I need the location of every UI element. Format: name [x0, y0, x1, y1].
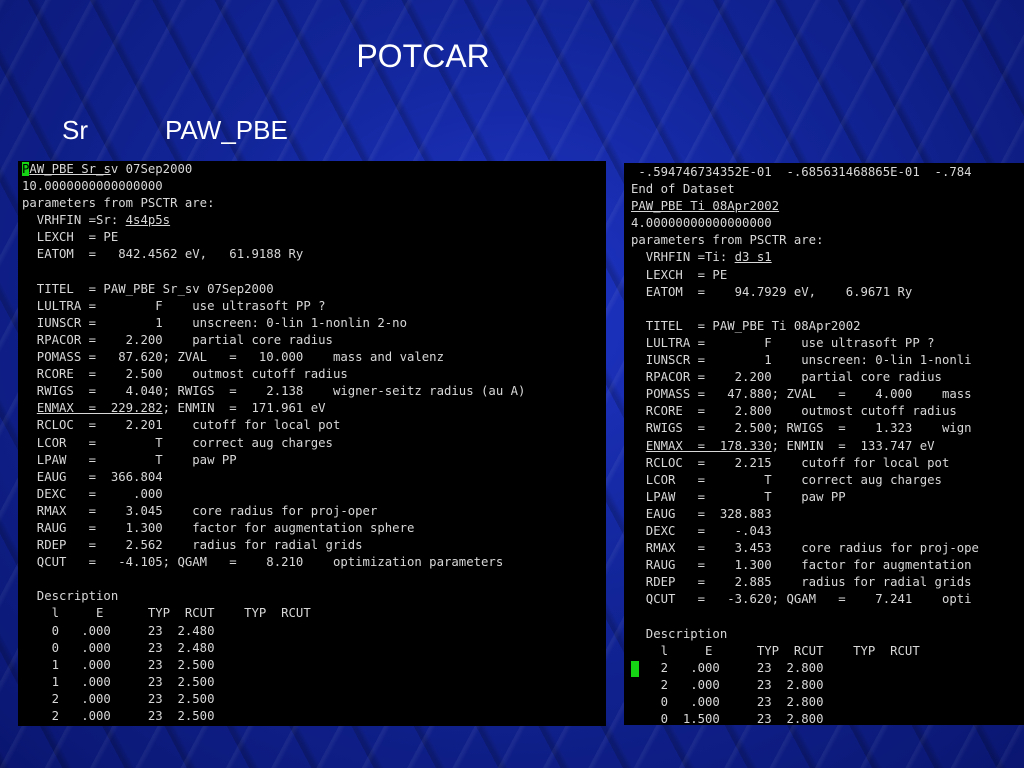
terminal-line: 1 .000 23 2.500 — [22, 674, 215, 689]
terminal-text: -.594746734352E-01 -.685631468865E-01 -.… — [631, 164, 979, 725]
terminal-line: EATOM = 842.4562 eV, 61.9188 Ry — [22, 247, 304, 262]
header-title: AW_PBE Sr_s — [29, 162, 111, 176]
terminal-line: parameters from PSCTR are: — [631, 233, 824, 248]
terminal-line: RMAX = 3.045 core radius for proj-oper — [22, 503, 378, 518]
terminal-line: Description — [631, 626, 728, 641]
terminal-line: Description — [22, 589, 119, 604]
terminal-line: TITEL = PAW_PBE Sr_sv 07Sep2000 — [22, 281, 274, 296]
terminal-line: RDEP = 2.562 radius for radial grids — [22, 538, 363, 553]
terminal-line: 0 .000 23 2.480 — [22, 640, 215, 655]
terminal-line: 1 .000 23 2.500 — [22, 657, 215, 672]
potcar-terminal-ti: -.594746734352E-01 -.685631468865E-01 -.… — [624, 163, 1024, 725]
slide-title: POTCAR — [356, 38, 490, 74]
terminal-line: EAUG = 328.883 — [631, 506, 772, 521]
terminal-line: l E TYP RCUT TYP RCUT — [631, 643, 920, 658]
terminal-line: l E TYP RCUT TYP RCUT — [22, 606, 311, 621]
potcar-terminal-sr: PAW_PBE Sr_sv 07Sep2000 10.00000000000000… — [18, 161, 606, 726]
terminal-line: RCLOC = 2.215 cutoff for local pot — [631, 455, 950, 470]
terminal-line-vrhfin: VRHFIN =Ti: d3 s1 — [631, 250, 772, 265]
terminal-line: RCORE = 2.500 outmost cutoff radius — [22, 367, 348, 382]
terminal-line: RCLOC = 2.201 cutoff for local pot — [22, 418, 341, 433]
terminal-line: EAUG = 366.804 — [22, 469, 163, 484]
terminal-line: LULTRA = F use ultrasoft PP ? — [22, 298, 326, 313]
terminal-line: IUNSCR = 1 unscreen: 0-lin 1-nonlin 2-no — [22, 315, 407, 330]
terminal-line: TITEL = PAW_PBE Ti 08Apr2002 — [631, 318, 861, 333]
terminal-line: RPACOR = 2.200 partial core radius — [22, 332, 333, 347]
terminal-line: RAUG = 1.300 factor for augmentation — [631, 558, 972, 573]
terminal-line-enmax: ENMAX = 229.282; ENMIN = 171.961 eV — [36, 401, 326, 416]
terminal-line: LEXCH = PE — [631, 267, 728, 282]
terminal-line: 0 1.500 23 2.800 — [631, 712, 824, 725]
terminal-line: 0 .000 23 2.480 — [22, 623, 215, 638]
terminal-line: End of Dataset — [631, 182, 735, 197]
underlined-value: 4s4p5s — [125, 213, 171, 228]
terminal-line: RCORE = 2.800 outmost cutoff radius — [631, 404, 957, 419]
terminal-line: 2 .000 23 2.800 — [631, 677, 824, 692]
terminal-line: LEXCH = PE — [22, 230, 119, 245]
terminal-line: RWIGS = 4.040; RWIGS = 2.138 wigner-seit… — [22, 384, 526, 399]
terminal-line: 10.0000000000000000 — [22, 179, 163, 194]
terminal-line: 0 .000 23 2.800 — [631, 694, 824, 709]
terminal-line: DEXC = -.043 — [631, 523, 772, 538]
terminal-line-current: 2 .000 23 2.800 — [631, 660, 824, 675]
terminal-line: 2 .000 23 2.500 — [22, 691, 215, 706]
terminal-line: LPAW = T paw PP — [22, 452, 237, 467]
terminal-line: RAUG = 1.300 factor for augmentation sph… — [22, 520, 415, 535]
text-cursor — [631, 661, 639, 677]
terminal-line: RMAX = 3.453 core radius for proj-ope — [631, 541, 979, 556]
terminal-line-vrhfin: VRHFIN =Sr: 4s4p5s — [22, 213, 171, 228]
terminal-line: LCOR = T correct aug charges — [631, 472, 942, 487]
terminal-line: RPACOR = 2.200 partial core radius — [631, 370, 942, 385]
element-label: Sr — [62, 115, 88, 145]
terminal-line: IUNSCR = 1 unscreen: 0-lin 1-nonli — [631, 353, 972, 368]
underlined-value: ENMAX = 229.282 — [36, 401, 163, 416]
terminal-line: POMASS = 47.880; ZVAL = 4.000 mass — [631, 387, 972, 402]
terminal-line: -.594746734352E-01 -.685631468865E-01 -.… — [631, 165, 972, 179]
terminal-line: EATOM = 94.7929 eV, 6.9671 Ry — [631, 284, 913, 299]
terminal-line: parameters from PSCTR are: — [22, 196, 215, 211]
terminal-text: PAW_PBE Sr_sv 07Sep2000 10.00000000000000… — [22, 161, 525, 725]
terminal-line: LPAW = T paw PP — [631, 489, 846, 504]
terminal-line-enmax: ENMAX = 178.330; ENMIN = 133.747 eV — [645, 438, 935, 453]
terminal-line: QCUT = -4.105; QGAM = 8.210 optimization… — [22, 555, 504, 570]
underlined-value: ENMAX = 178.330 — [645, 438, 772, 453]
functional-label: PAW_PBE — [165, 115, 288, 145]
terminal-line-header: PAW_PBE Ti 08Apr2002 — [631, 199, 780, 214]
terminal-line: 4.00000000000000000 — [631, 216, 772, 231]
terminal-line: LCOR = T correct aug charges — [22, 435, 333, 450]
terminal-line: DEXC = .000 — [22, 486, 163, 501]
underlined-value: d3 s1 — [734, 250, 772, 265]
terminal-line: RWIGS = 2.500; RWIGS = 1.323 wign — [631, 421, 972, 436]
terminal-line: QCUT = -3.620; QGAM = 7.241 opti — [631, 592, 972, 607]
terminal-line: LULTRA = F use ultrasoft PP ? — [631, 335, 935, 350]
terminal-line: POMASS = 87.620; ZVAL = 10.000 mass and … — [22, 350, 444, 365]
terminal-line: RDEP = 2.885 radius for radial grids — [631, 575, 972, 590]
terminal-line: 2 .000 23 2.500 — [22, 709, 215, 723]
terminal-line-header: PAW_PBE Sr_sv 07Sep2000 — [22, 162, 193, 176]
